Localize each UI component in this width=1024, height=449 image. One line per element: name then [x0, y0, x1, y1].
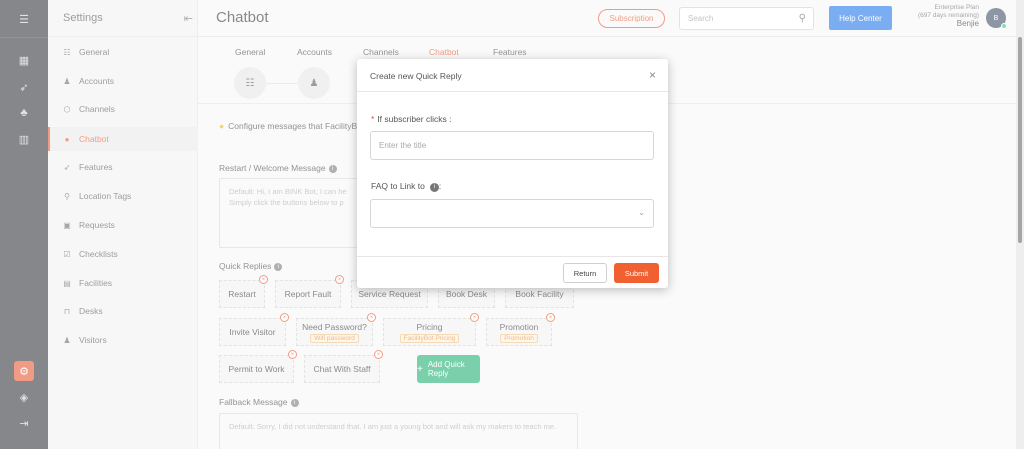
create-quick-reply-modal: Create new Quick Reply × * If subscriber …	[357, 59, 668, 288]
close-icon[interactable]: ×	[649, 68, 656, 82]
title-input[interactable]: Enter the title	[370, 131, 654, 160]
title-placeholder: Enter the title	[379, 141, 427, 150]
subscriber-clicks-label: * If subscriber clicks :	[371, 114, 451, 124]
faq-label-colon: :	[438, 181, 442, 191]
subscriber-label-text: If subscriber clicks :	[377, 114, 452, 124]
modal-title: Create new Quick Reply	[370, 71, 462, 81]
modal-header: Create new Quick Reply ×	[357, 59, 668, 92]
submit-button[interactable]: Submit	[614, 263, 659, 283]
page-scrollbar[interactable]	[1016, 0, 1024, 449]
faq-link-label: FAQ to Link to i:	[371, 181, 441, 192]
return-button[interactable]: Return	[563, 263, 607, 283]
scrollbar-thumb[interactable]	[1018, 37, 1022, 243]
faq-label-text: FAQ to Link to	[371, 181, 425, 191]
chevron-down-icon: ⌄	[638, 208, 645, 217]
info-icon[interactable]: i	[429, 182, 439, 192]
required-asterisk: *	[371, 114, 375, 124]
modal-footer-divider	[357, 256, 668, 257]
faq-select[interactable]: ⌄	[370, 199, 654, 228]
